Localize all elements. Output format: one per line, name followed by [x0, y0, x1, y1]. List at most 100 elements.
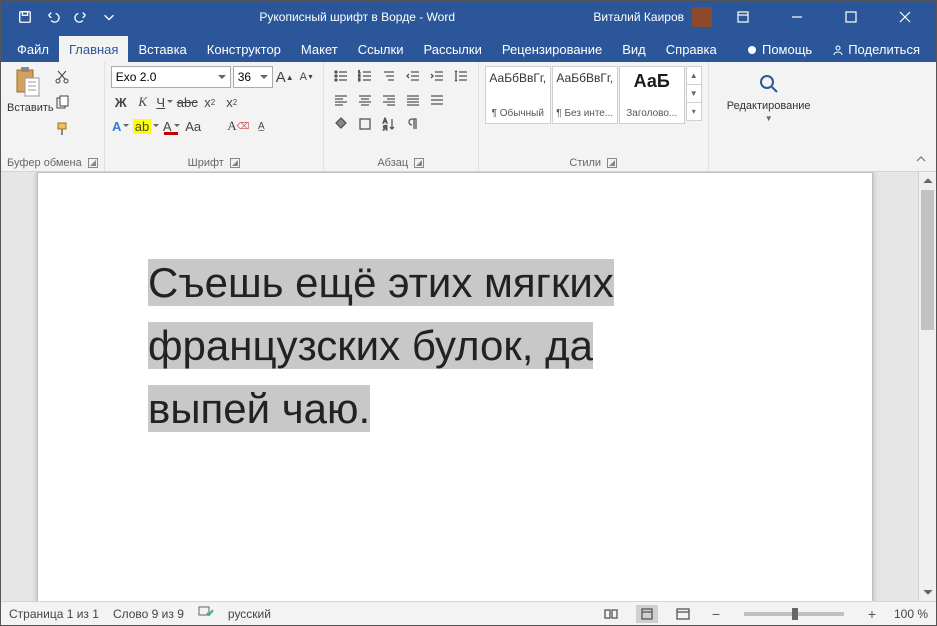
- zoom-level[interactable]: 100 %: [894, 607, 928, 621]
- scroll-down-icon[interactable]: [919, 583, 936, 601]
- tab-review[interactable]: Рецензирование: [492, 36, 612, 62]
- numbering-button[interactable]: 123: [354, 66, 376, 86]
- tab-help[interactable]: Справка: [656, 36, 727, 62]
- maximize-button[interactable]: [828, 1, 874, 33]
- sort-button[interactable]: AЯ: [378, 114, 400, 134]
- bullets-button[interactable]: [330, 66, 352, 86]
- highlight-button[interactable]: ab: [133, 116, 159, 136]
- word-count[interactable]: Слово 9 из 9: [113, 607, 184, 621]
- tab-design[interactable]: Конструктор: [197, 36, 291, 62]
- user-avatar[interactable]: [692, 7, 712, 27]
- svg-text:Я: Я: [383, 126, 387, 131]
- vertical-scrollbar[interactable]: [918, 172, 936, 601]
- title-bar: Рукописный шрифт в Ворде - Word Виталий …: [1, 1, 936, 33]
- tab-file[interactable]: Файл: [7, 36, 59, 62]
- multilevel-list-button[interactable]: [378, 66, 400, 86]
- shrink-font-button[interactable]: A▼: [297, 67, 317, 87]
- print-layout-button[interactable]: [636, 605, 658, 623]
- strikethrough-button[interactable]: abc: [177, 92, 198, 112]
- minimize-button[interactable]: [774, 1, 820, 33]
- align-left-button[interactable]: [330, 90, 352, 110]
- font-color-button[interactable]: A: [161, 116, 181, 136]
- tab-home[interactable]: Главная: [59, 36, 128, 62]
- tab-layout[interactable]: Макет: [291, 36, 348, 62]
- tab-references[interactable]: Ссылки: [348, 36, 414, 62]
- share-button[interactable]: Поделиться: [822, 36, 930, 62]
- paragraph-dialog-launcher[interactable]: [414, 158, 424, 168]
- styles-scroll-down[interactable]: ▼: [686, 84, 702, 103]
- style-normal[interactable]: АаБбВвГг, ¶ Обычный: [485, 66, 551, 124]
- page-count[interactable]: Страница 1 из 1: [9, 607, 99, 621]
- undo-icon[interactable]: [41, 5, 65, 29]
- collapse-ribbon-button[interactable]: [914, 153, 928, 167]
- page-scroll[interactable]: Съешь ещё этих мягких французских булок,…: [1, 172, 918, 601]
- style-name: ¶ Без инте...: [555, 108, 615, 119]
- redo-icon[interactable]: [69, 5, 93, 29]
- zoom-in-button[interactable]: +: [864, 606, 880, 622]
- text-line: выпей чаю.: [148, 385, 370, 432]
- format-painter-button[interactable]: [51, 118, 73, 140]
- phonetic-guide-button[interactable]: A̲: [251, 116, 271, 136]
- tell-me-button[interactable]: Помощь: [736, 36, 822, 62]
- subscript-button[interactable]: x2: [200, 92, 220, 112]
- qat-customize-icon[interactable]: [97, 5, 121, 29]
- close-button[interactable]: [882, 1, 928, 33]
- style-no-spacing[interactable]: АаБбВвГг, ¶ Без инте...: [552, 66, 618, 124]
- paste-button[interactable]: Вставить: [7, 66, 47, 140]
- group-editing: Редактирование ▼: [709, 62, 829, 171]
- web-layout-button[interactable]: [672, 605, 694, 623]
- read-mode-button[interactable]: [600, 605, 622, 623]
- clipboard-dialog-launcher[interactable]: [88, 158, 98, 168]
- shading-button[interactable]: [330, 114, 352, 134]
- borders-button[interactable]: [354, 114, 376, 134]
- align-center-button[interactable]: [354, 90, 376, 110]
- font-size-select[interactable]: 36: [233, 66, 273, 88]
- show-marks-button[interactable]: [402, 114, 424, 134]
- ribbon-tabs: Файл Главная Вставка Конструктор Макет С…: [1, 33, 936, 62]
- scroll-up-icon[interactable]: [919, 172, 936, 190]
- font-dialog-launcher[interactable]: [230, 158, 240, 168]
- cut-button[interactable]: [51, 66, 73, 88]
- tab-mailings[interactable]: Рассылки: [413, 36, 491, 62]
- tab-view[interactable]: Вид: [612, 36, 656, 62]
- zoom-slider[interactable]: [744, 612, 844, 616]
- copy-button[interactable]: [51, 92, 73, 114]
- scroll-thumb[interactable]: [921, 190, 934, 330]
- user-area: Виталий Каиров: [593, 1, 932, 33]
- change-case-button[interactable]: Aa: [183, 116, 203, 136]
- styles-expand[interactable]: ▾: [686, 102, 702, 121]
- line-spacing-button[interactable]: [450, 66, 472, 86]
- styles-dialog-launcher[interactable]: [607, 158, 617, 168]
- paste-label: Вставить: [7, 102, 47, 114]
- bold-button[interactable]: Ж: [111, 92, 131, 112]
- distributed-button[interactable]: [426, 90, 448, 110]
- style-heading1[interactable]: АаБ Заголово...: [619, 66, 685, 124]
- page[interactable]: Съешь ещё этих мягких французских булок,…: [37, 172, 873, 601]
- zoom-handle[interactable]: [792, 608, 798, 620]
- clear-formatting-button[interactable]: A⌫: [227, 116, 249, 136]
- paste-icon: [11, 66, 43, 100]
- editing-button[interactable]: Редактирование ▼: [715, 66, 823, 123]
- styles-scroll-up[interactable]: ▲: [686, 66, 702, 85]
- find-icon: [757, 72, 781, 96]
- justify-button[interactable]: [402, 90, 424, 110]
- spellcheck-icon[interactable]: [198, 605, 214, 622]
- font-name-select[interactable]: Exo 2.0: [111, 66, 231, 88]
- increase-indent-button[interactable]: [426, 66, 448, 86]
- text-effects-button[interactable]: A: [111, 116, 131, 136]
- superscript-button[interactable]: x2: [222, 92, 242, 112]
- group-paragraph: 123 AЯ Абзац: [324, 62, 479, 171]
- decrease-indent-button[interactable]: [402, 66, 424, 86]
- underline-button[interactable]: Ч: [155, 92, 175, 112]
- styles-group-label: Стили: [569, 157, 601, 169]
- italic-button[interactable]: К: [133, 92, 153, 112]
- document-text[interactable]: Съешь ещё этих мягких французских булок,…: [148, 251, 802, 440]
- font-size-value: 36: [238, 70, 251, 84]
- tab-insert[interactable]: Вставка: [128, 36, 196, 62]
- align-right-button[interactable]: [378, 90, 400, 110]
- language-status[interactable]: русский: [228, 607, 271, 621]
- save-icon[interactable]: [13, 5, 37, 29]
- ribbon-options-icon[interactable]: [720, 1, 766, 33]
- zoom-out-button[interactable]: −: [708, 606, 724, 622]
- grow-font-button[interactable]: A▲: [275, 67, 295, 87]
